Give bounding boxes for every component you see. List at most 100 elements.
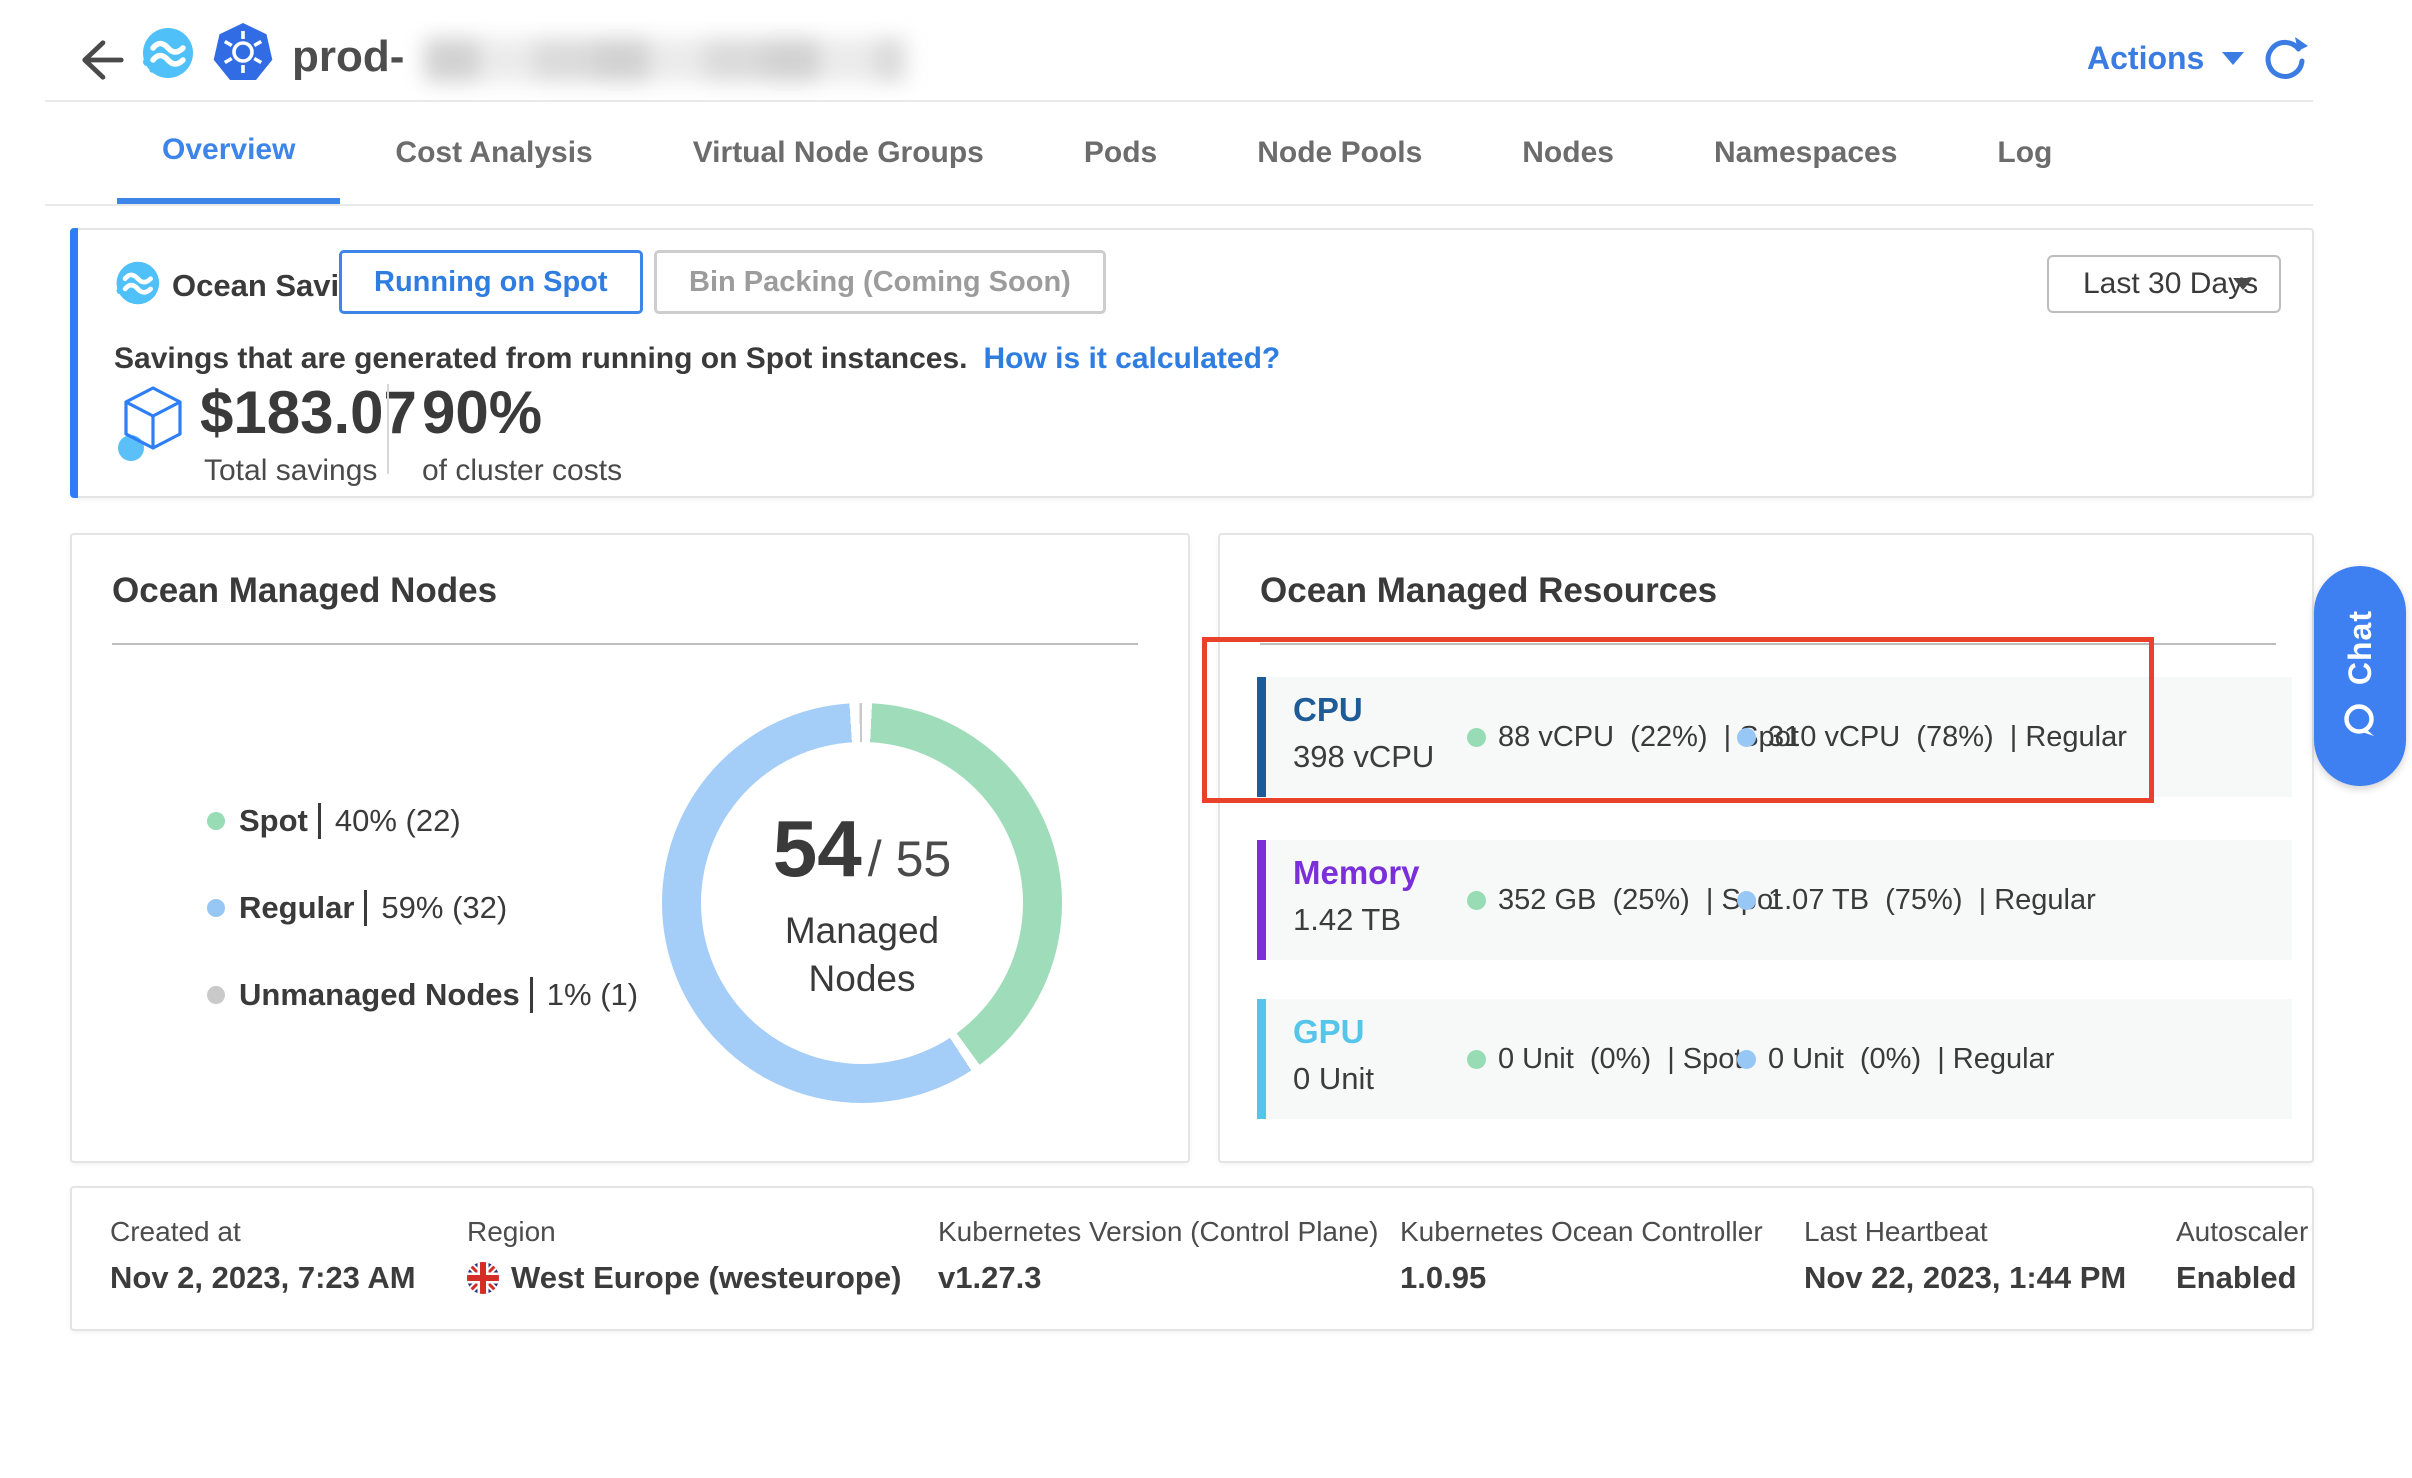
bin-packing-toggle[interactable]: Bin Packing (Coming Soon) — [654, 250, 1106, 314]
stat-text: 1.07 TB (75%) | Regular — [1768, 884, 2096, 917]
savings-vertical-divider — [387, 384, 389, 474]
legend-label: Regular — [239, 890, 354, 926]
cpu-color-bar — [1257, 677, 1266, 797]
chat-bubble-icon — [2340, 702, 2380, 742]
tab-log[interactable]: Log — [1952, 101, 2097, 204]
ocean-wave-icon — [114, 260, 160, 306]
legend-item-regular: Regular 59% (32) — [207, 890, 507, 926]
footer-value: West Europe (westeurope) — [511, 1260, 901, 1296]
resource-row-memory: Memory 1.42 TB 352 GB (25%) | Spot 1.07 … — [1257, 840, 2292, 960]
tab-overview[interactable]: Overview — [117, 101, 340, 204]
chevron-down-icon — [2233, 278, 2253, 290]
gpu-regular-stat: 0 Unit (0%) | Regular — [1737, 1043, 2054, 1076]
savings-cube-icon — [116, 382, 188, 468]
spot-legend-dot — [207, 812, 225, 830]
cpu-label: CPU — [1293, 691, 1363, 729]
managed-resources-divider — [1260, 643, 2276, 645]
total-savings-label: Total savings — [204, 454, 377, 488]
ocean-savings-card: Ocean Savings: Running on Spot Bin Packi… — [70, 228, 2314, 498]
cpu-regular-stat: 310 vCPU (78%) | Regular — [1737, 721, 2127, 754]
managed-nodes-divider — [112, 643, 1138, 645]
legend-separator — [530, 977, 533, 1013]
footer-label: Kubernetes Version (Control Plane) — [938, 1216, 1378, 1248]
savings-description-text: Savings that are generated from running … — [114, 342, 967, 375]
regular-dot — [1737, 728, 1756, 747]
regular-dot — [1737, 891, 1756, 910]
chevron-down-icon — [2222, 52, 2244, 65]
period-dropdown[interactable]: Last 30 Days — [2047, 255, 2281, 313]
resource-row-gpu: GPU 0 Unit 0 Unit (0%) | Spot 0 Unit (0%… — [1257, 999, 2292, 1119]
footer-value: v1.27.3 — [938, 1260, 1041, 1296]
resource-row-cpu: CPU 398 vCPU 88 vCPU (22%) | Spot 310 vC… — [1257, 677, 2292, 797]
period-dropdown-value: Last 30 Days — [2083, 267, 2258, 301]
cluster-info-footer: Created at Nov 2, 2023, 7:23 AM Region W… — [70, 1186, 2314, 1331]
actions-button[interactable]: Actions — [2087, 40, 2244, 77]
tab-cost-analysis[interactable]: Cost Analysis — [350, 101, 637, 204]
footer-label: Last Heartbeat — [1804, 1216, 1988, 1248]
managed-nodes-title: Ocean Managed Nodes — [112, 571, 497, 611]
footer-value: Enabled — [2176, 1260, 2297, 1296]
actions-label: Actions — [2087, 40, 2204, 77]
gpu-color-bar — [1257, 999, 1266, 1119]
cluster-name-redacted — [424, 38, 906, 82]
kubernetes-icon — [212, 22, 274, 84]
chat-button[interactable]: Chat — [2314, 566, 2406, 786]
managed-resources-card: Ocean Managed Resources CPU 398 vCPU 88 … — [1218, 533, 2314, 1163]
savings-accent-bar — [70, 228, 78, 498]
percent-of-costs-label: of cluster costs — [422, 454, 622, 488]
ocean-brand-icon — [140, 26, 194, 80]
unmanaged-legend-dot — [207, 986, 225, 1004]
cpu-total: 398 vCPU — [1293, 739, 1434, 775]
tab-nodes[interactable]: Nodes — [1477, 101, 1659, 204]
spot-dot — [1467, 1050, 1486, 1069]
stat-text: 0 Unit (0%) | Regular — [1768, 1043, 2054, 1076]
back-arrow-icon[interactable] — [78, 36, 126, 84]
donut-center: 54 / 55 Managed Nodes — [701, 742, 1023, 1064]
gpu-label: GPU — [1293, 1013, 1365, 1051]
footer-value: Nov 22, 2023, 1:44 PM — [1804, 1260, 2126, 1296]
managed-resources-title: Ocean Managed Resources — [1260, 571, 1717, 611]
running-on-spot-toggle[interactable]: Running on Spot — [339, 250, 643, 314]
managed-count: 54 — [773, 803, 862, 895]
how-calculated-link[interactable]: How is it calculated? — [983, 342, 1280, 375]
memory-color-bar — [1257, 840, 1266, 960]
stat-text: 310 vCPU (78%) | Regular — [1768, 721, 2127, 754]
legend-value: 1% (1) — [547, 977, 638, 1013]
footer-value: 1.0.95 — [1400, 1260, 1486, 1296]
legend-separator — [364, 890, 367, 926]
cluster-title: prod- — [292, 32, 404, 82]
legend-item-spot: Spot 40% (22) — [207, 803, 461, 839]
stat-text: 0 Unit (0%) | Spot — [1498, 1043, 1742, 1076]
footer-label: Created at — [110, 1216, 241, 1248]
memory-regular-stat: 1.07 TB (75%) | Regular — [1737, 884, 2096, 917]
tab-pods[interactable]: Pods — [1039, 101, 1202, 204]
memory-total: 1.42 TB — [1293, 902, 1401, 938]
memory-label: Memory — [1293, 854, 1420, 892]
footer-label: Region — [467, 1216, 556, 1248]
gpu-spot-stat: 0 Unit (0%) | Spot — [1467, 1043, 1742, 1076]
total-savings-value: $183.07 — [200, 378, 417, 447]
refresh-icon[interactable] — [2262, 36, 2308, 82]
donut-label: Managed Nodes — [747, 907, 977, 1003]
footer-label: Autoscaler — [2176, 1216, 2308, 1248]
legend-value: 59% (32) — [381, 890, 507, 926]
tab-node-pools[interactable]: Node Pools — [1212, 101, 1467, 204]
tabs-divider — [45, 204, 2313, 206]
memory-spot-stat: 352 GB (25%) | Spot — [1467, 884, 1781, 917]
managed-nodes-card: Ocean Managed Nodes Spot 40% (22) Regula… — [70, 533, 1190, 1163]
tab-namespaces[interactable]: Namespaces — [1669, 101, 1942, 204]
legend-separator — [318, 803, 321, 839]
legend-label: Spot — [239, 803, 308, 839]
chat-label: Chat — [2342, 610, 2379, 685]
uk-flag-icon — [467, 1262, 499, 1294]
footer-value: Nov 2, 2023, 7:23 AM — [110, 1260, 416, 1296]
total-count: / 55 — [868, 830, 951, 888]
legend-item-unmanaged: Unmanaged Nodes 1% (1) — [207, 977, 638, 1013]
tab-bar: Overview Cost Analysis Virtual Node Grou… — [117, 101, 2097, 204]
legend-value: 40% (22) — [335, 803, 461, 839]
regular-legend-dot — [207, 899, 225, 917]
tab-virtual-node-groups[interactable]: Virtual Node Groups — [648, 101, 1029, 204]
spot-dot — [1467, 891, 1486, 910]
managed-nodes-donut: 54 / 55 Managed Nodes — [662, 703, 1062, 1103]
savings-description: Savings that are generated from running … — [114, 342, 1280, 376]
